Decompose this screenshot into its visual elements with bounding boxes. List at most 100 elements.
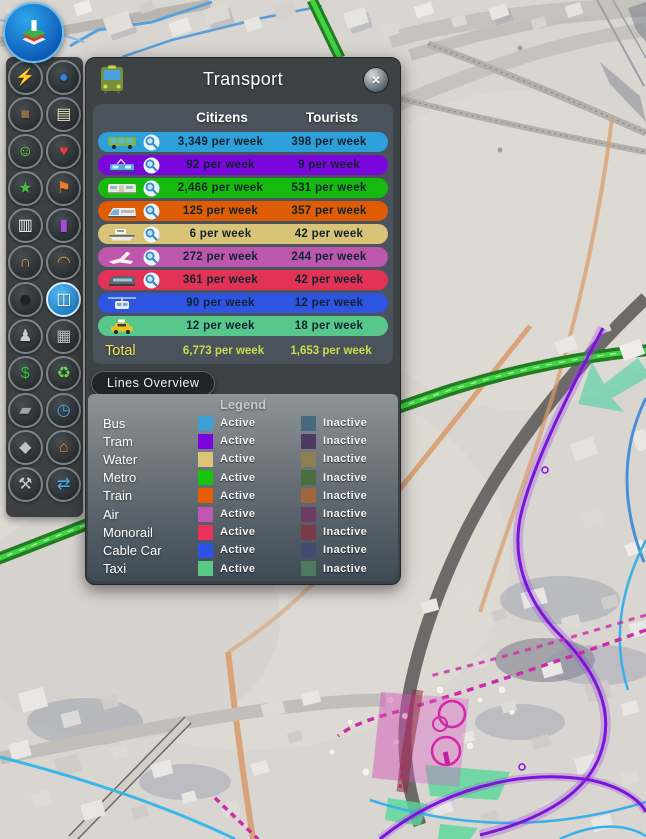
legend-row-metro: Metro Active Inactive xyxy=(103,470,368,486)
train-inactive-swatch xyxy=(301,488,316,504)
natural-resources-icon[interactable]: ♻ xyxy=(46,356,82,391)
info-views-button[interactable] xyxy=(3,2,64,63)
garbage-icon[interactable]: ■ xyxy=(7,97,43,132)
bus-icon xyxy=(101,65,123,94)
bus-line-magnifier-icon[interactable] xyxy=(143,134,168,151)
legend-panel: Legend Bus Active Inactive Tram Active I… xyxy=(88,394,398,581)
terrain-height-icon[interactable]: ◆ xyxy=(7,430,43,465)
entertainment-icon[interactable]: ◷ xyxy=(46,393,82,428)
tram-active-swatch xyxy=(198,433,213,449)
table-row-tram: 92 per week 9 per week xyxy=(98,155,388,175)
panel-title: Transport xyxy=(203,69,283,89)
monorail-inactive-swatch xyxy=(301,524,316,540)
train-active-swatch xyxy=(198,488,213,504)
tram-citizens-value: 92 per week xyxy=(186,159,255,171)
lines-overview-button[interactable]: Lines Overview xyxy=(91,371,216,396)
public-transport-icon[interactable]: ◫ xyxy=(46,282,82,317)
taxi-citizens-value: 12 per week xyxy=(186,320,255,332)
terrain-icon[interactable]: ▰ xyxy=(7,393,43,428)
fire-safety-icon[interactable]: ◠ xyxy=(46,245,82,280)
legend-row-cable-car: Cable Car Active Inactive xyxy=(103,542,368,558)
cable-car-tourists-value: 12 per week xyxy=(294,297,364,309)
total-citizens-value: 6,773 per week xyxy=(182,345,265,357)
citizens-column-header: Citizens xyxy=(196,110,248,125)
train-line-magnifier-icon[interactable] xyxy=(143,203,168,220)
metro-citizens-value: 2,466 per week xyxy=(177,182,264,194)
legend-row-train: Train Active Inactive xyxy=(103,488,368,504)
pollution-icon[interactable]: ▮ xyxy=(46,208,82,243)
cable-car-inactive-swatch xyxy=(301,542,316,558)
air-citizens-value: 272 per week xyxy=(182,251,259,263)
economy-icon[interactable]: $ xyxy=(7,356,43,391)
transport-panel-titlebar: Transport × xyxy=(86,58,400,100)
ship-citizens-value: 6 per week xyxy=(189,228,252,240)
tram-row-icon xyxy=(101,158,143,173)
land-value-icon[interactable]: ★ xyxy=(7,171,43,206)
electricity-icon[interactable]: ⚡ xyxy=(7,60,43,95)
traffic-icon[interactable]: ▥ xyxy=(7,208,43,243)
wind-icon[interactable]: ⚑ xyxy=(46,171,82,206)
health-icon[interactable]: ♥ xyxy=(46,134,82,169)
monorail-line-magnifier-icon[interactable] xyxy=(143,272,168,289)
monorail-active-swatch xyxy=(198,524,213,540)
air-line-magnifier-icon[interactable] xyxy=(143,249,168,266)
monorail-row-icon xyxy=(101,273,143,288)
plane-row-icon xyxy=(101,250,143,265)
legend-row-monorail: Monorail Active Inactive xyxy=(103,524,368,540)
table-row-air: 272 per week 244 per week xyxy=(98,247,388,267)
stats-header: Citizens Tourists xyxy=(96,106,390,129)
bus-active-swatch xyxy=(198,415,213,431)
taxi-tourists-value: 18 per week xyxy=(294,320,364,332)
total-row: Total 6,773 per week 1,653 per week xyxy=(96,340,390,362)
transport-stats-table: Citizens Tourists 3,349 per week 398 per… xyxy=(93,104,393,364)
bus-tourists-value: 398 per week xyxy=(291,136,367,148)
legend-row-air: Air Active Inactive xyxy=(103,506,368,522)
monorail-citizens-value: 361 per week xyxy=(182,274,259,286)
metro-tourists-value: 531 per week xyxy=(291,182,367,194)
transport-panel: Transport × Citizens Tourists 3,349 per … xyxy=(85,57,401,585)
noise-icon[interactable]: ∩ xyxy=(7,245,43,280)
crime-icon[interactable]: ☻ xyxy=(7,282,43,317)
water-icon[interactable]: ● xyxy=(46,60,82,95)
infoview-toolbar: ⚡ ● ■ ▤ ☺ ♥ ★ ⚑ ▥ ▮ ∩ ◠ ☻ ◫ ♟ ▦ $ ♻ ▰ ◷ … xyxy=(6,57,83,517)
bus-row-icon xyxy=(101,135,143,150)
ship-line-magnifier-icon[interactable] xyxy=(143,226,168,243)
close-icon[interactable]: × xyxy=(363,67,389,93)
happiness-icon[interactable]: ☺ xyxy=(7,134,43,169)
ship-tourists-value: 42 per week xyxy=(294,228,364,240)
population-icon[interactable]: ♟ xyxy=(7,319,43,354)
layers-icon xyxy=(21,19,46,45)
table-row-monorail: 361 per week 42 per week xyxy=(98,270,388,290)
tram-line-magnifier-icon[interactable] xyxy=(143,157,168,174)
total-label: Total xyxy=(105,343,136,359)
city-buildings-icon[interactable]: ▦ xyxy=(46,319,82,354)
legend-row-water: Water Active Inactive xyxy=(103,451,368,467)
maintenance-icon[interactable]: ⚒ xyxy=(7,467,43,502)
total-tourists-value: 1,653 per week xyxy=(290,345,372,357)
table-row-train: 125 per week 357 per week xyxy=(98,201,388,221)
cable-car-citizens-value: 90 per week xyxy=(186,297,255,309)
monorail-tourists-value: 42 per week xyxy=(294,274,364,286)
map-pink-zone xyxy=(372,688,469,793)
table-row-cable-car: 90 per week 12 per week xyxy=(98,293,388,313)
taxi-inactive-swatch xyxy=(301,561,316,577)
routes-icon[interactable]: ⇄ xyxy=(46,467,82,502)
legend-title: Legend xyxy=(219,397,267,412)
metro-inactive-swatch xyxy=(301,470,316,486)
tram-tourists-value: 9 per week xyxy=(298,159,360,171)
air-inactive-swatch xyxy=(301,506,316,522)
metro-active-swatch xyxy=(198,470,213,486)
legend-row-taxi: Taxi Active Inactive xyxy=(103,561,368,577)
train-row-icon xyxy=(101,204,143,219)
train-citizens-value: 125 per week xyxy=(182,205,259,217)
train-tourists-value: 357 per week xyxy=(291,205,367,217)
tourists-column-header: Tourists xyxy=(305,110,359,125)
cable-car-row-icon xyxy=(101,296,143,311)
table-row-metro: 2,466 per week 531 per week xyxy=(98,178,388,198)
air-tourists-value: 244 per week xyxy=(291,251,367,263)
table-row-ship: 6 per week 42 per week xyxy=(98,224,388,244)
metro-line-magnifier-icon[interactable] xyxy=(143,180,168,197)
education-icon[interactable]: ▤ xyxy=(46,97,82,132)
tourism-icon[interactable]: ⌂ xyxy=(46,430,82,465)
table-row-bus: 3,349 per week 398 per week xyxy=(98,132,388,152)
